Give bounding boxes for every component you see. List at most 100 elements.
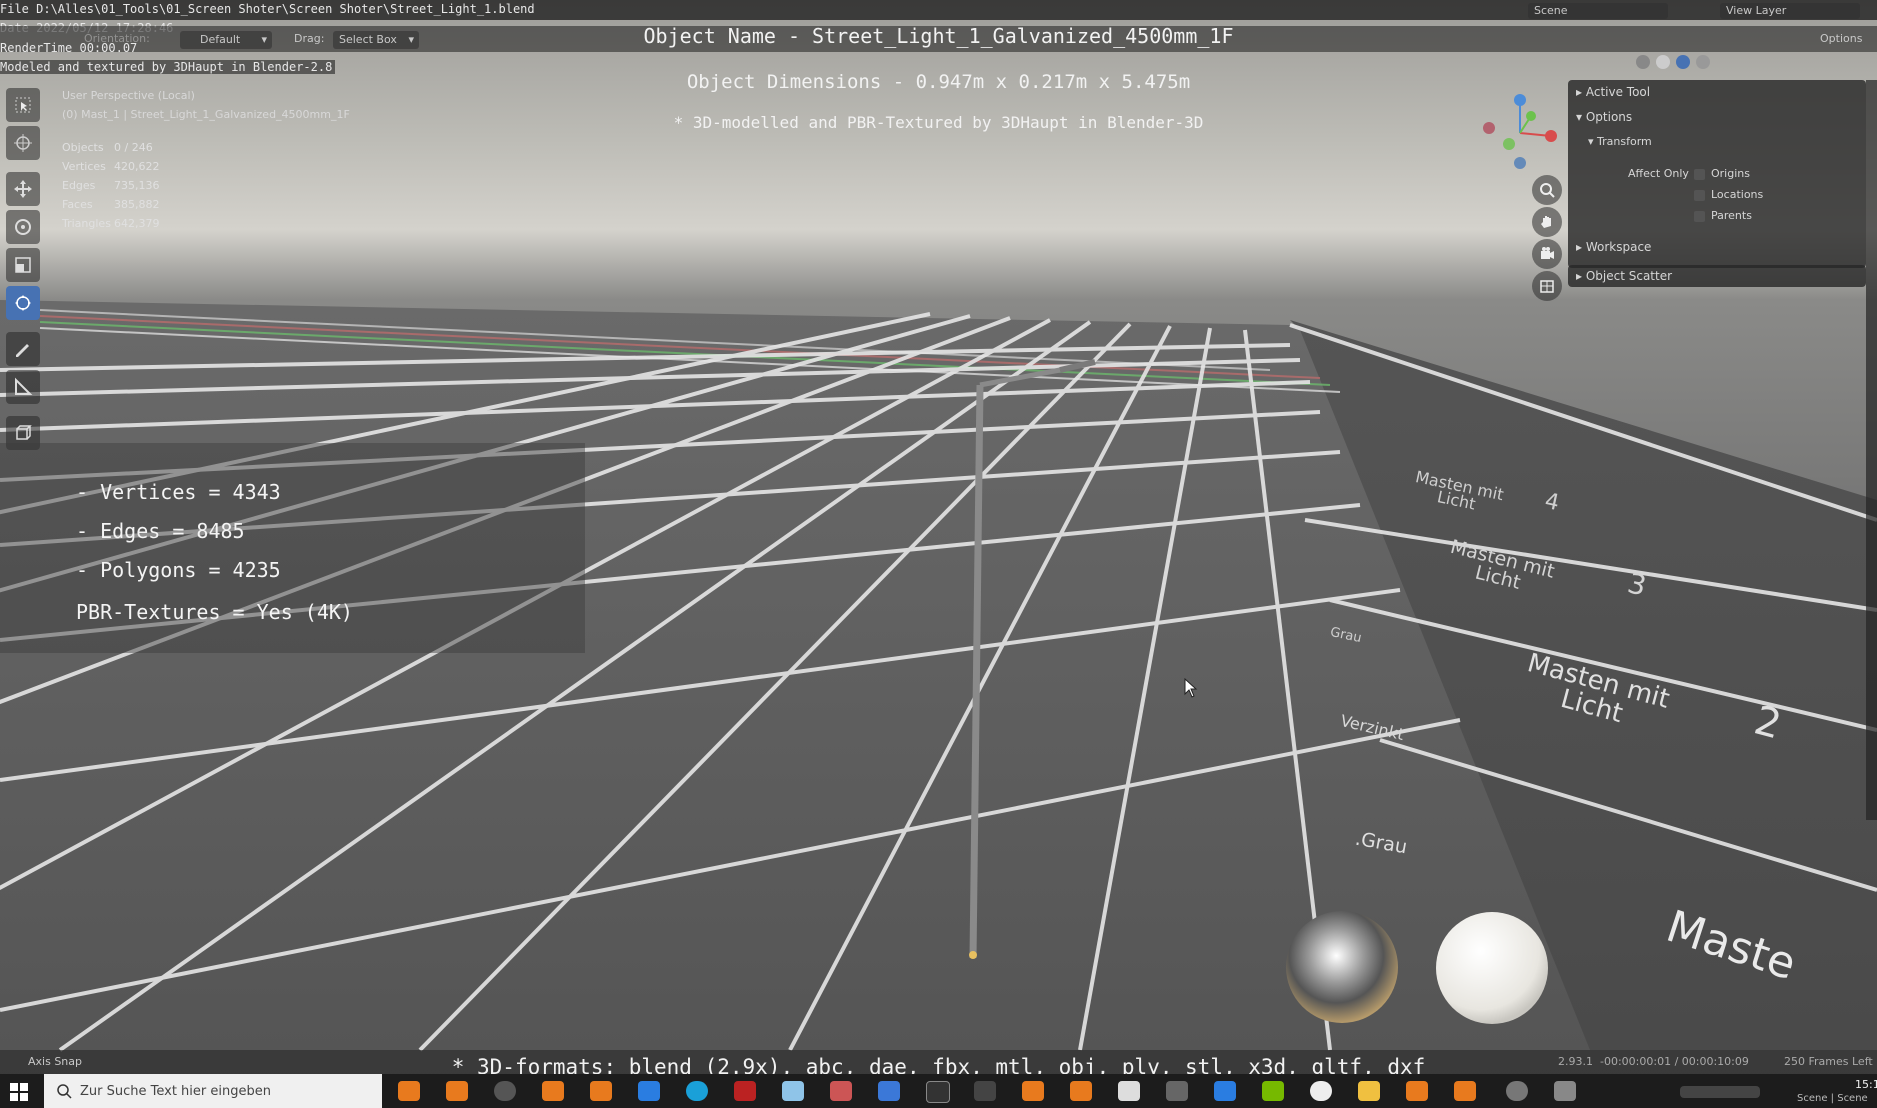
select-tool-button[interactable]: [6, 88, 40, 122]
measure-tool-button[interactable]: [6, 370, 40, 404]
stat-objects: Objects 0 / 246: [62, 141, 153, 154]
chevron-right-icon: ▸: [1576, 85, 1586, 99]
transform-subsection[interactable]: ▾ Transform: [1588, 135, 1652, 148]
scene-selector[interactable]: Scene: [1528, 3, 1668, 19]
object-scatter-section[interactable]: ▸ Object Scatter: [1568, 265, 1866, 287]
blender-icon[interactable]: [398, 1081, 420, 1101]
object-scatter-label: Object Scatter: [1585, 269, 1673, 283]
zoom-icon[interactable]: [1532, 175, 1562, 205]
cursor-tool-button[interactable]: [6, 126, 40, 160]
app-icon[interactable]: [1310, 1081, 1332, 1101]
locations-checkbox[interactable]: Locations: [1694, 188, 1763, 201]
solid-shading-icon[interactable]: [1656, 55, 1670, 69]
object-name-title: Object Name - Street_Light_1_Galvanized_…: [643, 24, 1234, 48]
cube-add-icon: [16, 425, 32, 440]
app-icon[interactable]: [494, 1081, 516, 1101]
affect-only-label: Affect Only: [1628, 167, 1689, 180]
scene-statistics: Objects 0 / 246 Vertices 420,622 Edges 735,…: [62, 138, 160, 233]
settings-gear-icon[interactable]: [1506, 1081, 1528, 1101]
app-icon[interactable]: [878, 1081, 900, 1101]
rotate-tool-button[interactable]: [6, 210, 40, 244]
blender-icon[interactable]: [446, 1081, 468, 1101]
crosshair-icon: [14, 134, 32, 152]
mouse-pointer-icon: [1184, 678, 1198, 698]
move-icon: [14, 180, 32, 198]
sidebar-tabs[interactable]: [1866, 80, 1877, 820]
search-placeholder: Zur Suche Text hier eingeben: [80, 1083, 271, 1099]
scale-tool-button[interactable]: [6, 248, 40, 282]
scene-status-label: Scene | Scene: [1797, 1093, 1868, 1104]
view-layer-value: View Layer: [1726, 4, 1787, 17]
navigation-buttons: [1532, 175, 1562, 301]
blender-icon[interactable]: [542, 1081, 564, 1101]
active-tool-section[interactable]: ▸ Active Tool: [1576, 85, 1650, 99]
collection-label: (0) Mast_1 | Street_Light_1_Galvanized_4…: [62, 108, 350, 121]
workspace-section[interactable]: ▸ Workspace: [1576, 240, 1651, 254]
wireframe-shading-icon[interactable]: [1636, 55, 1650, 69]
checkbox-icon: [1694, 189, 1705, 201]
edges-count: - Edges = 8485: [76, 519, 245, 543]
checkbox-icon: [1694, 210, 1705, 222]
origins-checkbox[interactable]: Origins: [1694, 167, 1750, 180]
polygons-count: - Polygons = 4235: [76, 558, 281, 582]
app-icon[interactable]: [830, 1081, 852, 1101]
chevron-right-icon: ▸: [1576, 240, 1586, 254]
folder-icon[interactable]: [1358, 1081, 1380, 1101]
blender-icon[interactable]: [590, 1081, 612, 1101]
windows-start-icon[interactable]: [10, 1083, 28, 1101]
stat-vertices: Vertices 420,622: [62, 160, 160, 173]
material-shading-icon[interactable]: [1676, 55, 1690, 69]
camera-icon[interactable]: [1532, 239, 1562, 269]
cube-icon[interactable]: [1166, 1081, 1188, 1101]
stat-triangles: Triangles 642,379: [62, 217, 160, 230]
parents-checkbox[interactable]: Parents: [1694, 209, 1752, 222]
viewport-shading-controls: [1636, 55, 1710, 69]
calculator-icon[interactable]: [1214, 1081, 1236, 1101]
sidebar-panel: ▸ Active Tool ▾ Options ▾ Transform Affe…: [1568, 80, 1866, 268]
vertices-count: - Vertices = 4343: [76, 480, 281, 504]
hand-pan-icon[interactable]: [1532, 207, 1562, 237]
system-tray-icons[interactable]: [1680, 1086, 1760, 1098]
pencil-icon: [16, 344, 29, 357]
file-path-text: File D:\Alles\01_Tools\01_Screen Shoter\…: [0, 2, 535, 16]
taskbar-search-box[interactable]: Zur Suche Text hier eingeben: [44, 1074, 382, 1108]
cursor-icon: [15, 97, 31, 113]
scene-value: Scene: [1534, 4, 1568, 17]
rendered-shading-icon[interactable]: [1696, 55, 1710, 69]
stat-edges: Edges 735,136: [62, 179, 160, 192]
app-icon[interactable]: [974, 1081, 996, 1101]
chevron-down-icon: ▾: [1588, 135, 1598, 148]
chevron-down-icon: ▾: [1576, 110, 1586, 124]
scale-icon: [15, 257, 31, 273]
blender-icon[interactable]: [1022, 1081, 1044, 1101]
rotate-icon: [15, 219, 31, 235]
left-toolbar: [6, 88, 40, 450]
view-layer-selector[interactable]: View Layer: [1720, 3, 1860, 19]
app-icon[interactable]: [734, 1081, 756, 1101]
grid-perspective-icon[interactable]: [1532, 271, 1562, 301]
mesh-stats-panel: - Vertices = 4343 - Edges = 8485 - Polyg…: [0, 443, 585, 653]
app-icon[interactable]: [1118, 1081, 1140, 1101]
terminal-icon[interactable]: [926, 1081, 950, 1103]
clock-time: 15:15: [1855, 1078, 1877, 1091]
perspective-label: User Perspective (Local): [62, 89, 195, 102]
checkbox-icon: [1694, 168, 1705, 180]
transform-icon: [15, 295, 31, 311]
options-section[interactable]: ▾ Options: [1576, 110, 1632, 124]
stat-faces: Faces 385,882: [62, 198, 160, 211]
move-tool-button[interactable]: [6, 172, 40, 206]
annotate-tool-button[interactable]: [6, 332, 40, 366]
navigation-gizmo[interactable]: [1475, 88, 1565, 178]
app-icon[interactable]: [782, 1081, 804, 1101]
pbr-textures-info: PBR-Textures = Yes (4K): [76, 600, 353, 624]
nvidia-icon[interactable]: [1262, 1081, 1284, 1101]
blender-icon[interactable]: [1406, 1081, 1428, 1101]
app-icon[interactable]: [1554, 1081, 1576, 1101]
mail-icon[interactable]: [638, 1081, 660, 1101]
ruler-icon: [15, 377, 33, 395]
blender-icon[interactable]: [1454, 1081, 1476, 1101]
blender-icon[interactable]: [1070, 1081, 1092, 1101]
edge-browser-icon[interactable]: [686, 1081, 708, 1101]
search-icon: [57, 1084, 72, 1099]
transform-tool-button[interactable]: [6, 286, 40, 320]
